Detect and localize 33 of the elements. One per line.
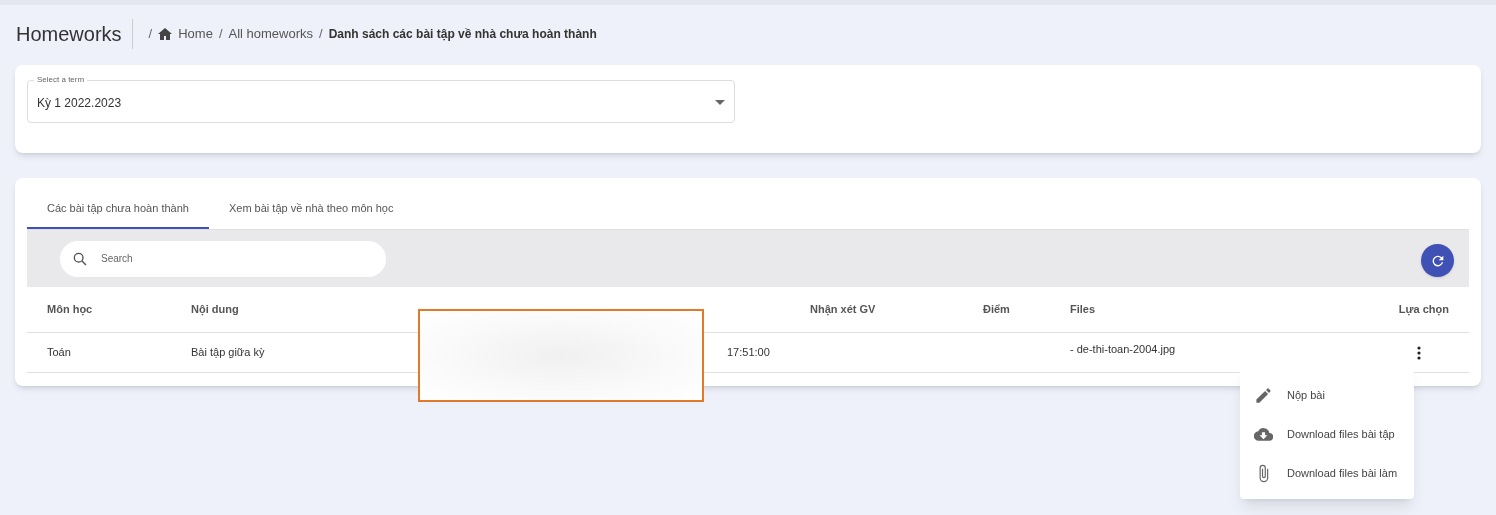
- table-cell-text: - de-thi-toan-2004.jpg: [1070, 342, 1177, 357]
- dropdown-caret-icon: [715, 100, 725, 105]
- breadcrumb-current: Danh sách các bài tập về nhà chưa hoàn thành: [328, 26, 597, 43]
- select-value: Kỳ 1 2022.2023: [37, 94, 122, 112]
- search-icon: [72, 250, 88, 267]
- menu-item-label: Download files bài làm: [1287, 466, 1398, 482]
- column-header: Nhận xét GV: [810, 302, 877, 318]
- column-header: Điểm: [983, 302, 1011, 318]
- menu-item[interactable]: Nộp bài: [1240, 376, 1414, 415]
- breadcrumb-link[interactable]: Home: [178, 24, 213, 44]
- column-header: Môn học: [47, 302, 94, 318]
- column-header: Nội dung: [191, 302, 240, 318]
- table-cell-text: Toán: [47, 345, 72, 361]
- search-field[interactable]: Search: [60, 240, 386, 277]
- breadcrumb-separator: /: [148, 25, 153, 44]
- table-cell-text: Bài tập giữa kỳ: [191, 345, 266, 361]
- breadcrumb-separator: /: [319, 25, 323, 44]
- pencil-icon: [1254, 386, 1273, 405]
- column-header: Lựa chọn: [1397, 302, 1449, 318]
- column-header: Files: [1070, 302, 1097, 318]
- cloud-download-icon: [1254, 425, 1273, 444]
- menu-item-label: Download files bài tập: [1287, 427, 1395, 443]
- page-title: Homeworks: [16, 19, 133, 49]
- table-cell-text: 17:51:00: [726, 345, 771, 361]
- breadcrumb-separator: /: [218, 25, 223, 44]
- more-options-icon[interactable]: [1417, 345, 1421, 360]
- tab[interactable]: Xem bài tập về nhà theo môn học: [208, 190, 414, 229]
- refresh-button[interactable]: [1421, 244, 1454, 277]
- menu-item-label: Nộp bài: [1287, 388, 1325, 404]
- home-icon: [158, 28, 173, 40]
- menu-item[interactable]: Download files bài làm: [1240, 454, 1414, 493]
- menu-item[interactable]: Download files bài tập: [1240, 415, 1414, 454]
- breadcrumb-link[interactable]: All homeworks: [228, 24, 314, 44]
